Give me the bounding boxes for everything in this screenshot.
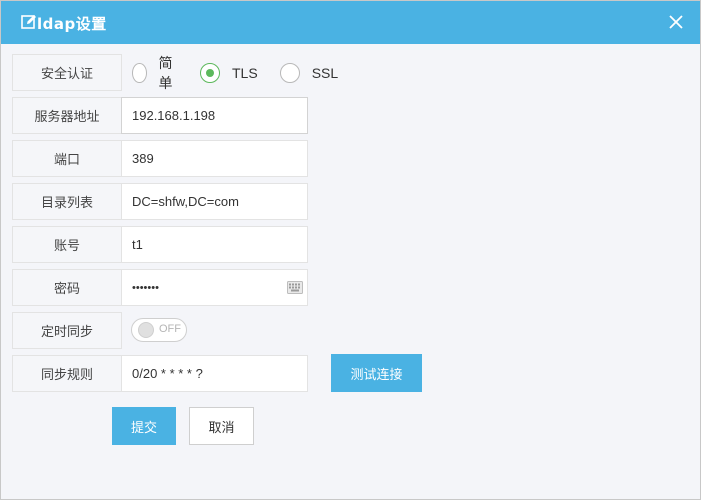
password-label: 密码	[12, 269, 122, 306]
password-value: •••••••	[132, 281, 159, 294]
port-label: 端口	[12, 140, 122, 177]
radio-simple-label: 简单	[158, 54, 173, 91]
directory-input[interactable]: DC=shfw,DC=com	[121, 183, 308, 220]
server-address-input[interactable]: 192.168.1.198	[121, 97, 308, 134]
account-label: 账号	[12, 226, 122, 263]
radio-tls-circle[interactable]	[200, 62, 220, 83]
toggle-knob	[138, 322, 154, 338]
dialog-titlebar: ldap设置	[1, 1, 700, 44]
radio-ssl[interactable]: SSL	[279, 62, 339, 83]
sync-rule-input[interactable]: 0/20 * * * * ?	[121, 355, 308, 392]
directory-label: 目录列表	[12, 183, 122, 220]
auth-label: 安全认证	[12, 54, 122, 91]
toggle-state-text: OFF	[159, 323, 181, 335]
submit-button[interactable]: 提交	[112, 407, 176, 445]
test-connection-button[interactable]: 测试连接	[331, 354, 422, 392]
account-input[interactable]: t1	[121, 226, 308, 263]
server-label: 服务器地址	[12, 97, 122, 134]
cancel-button[interactable]: 取消	[189, 407, 254, 445]
keyboard-icon[interactable]	[287, 281, 303, 294]
radio-tls[interactable]: TLS	[200, 62, 258, 83]
edit-icon	[21, 15, 36, 29]
close-icon[interactable]	[666, 12, 686, 32]
rule-label: 同步规则	[12, 355, 122, 392]
port-input[interactable]: 389	[121, 140, 308, 177]
auth-radio-group: 简单 TLS SSL	[132, 54, 360, 91]
sync-toggle[interactable]: OFF	[131, 318, 187, 342]
sync-label: 定时同步	[12, 312, 122, 349]
radio-simple-circle[interactable]	[132, 62, 147, 83]
dialog-title: ldap设置	[37, 15, 107, 33]
ldap-settings-dialog: ldap设置 安全认证 简单 TLS SSL 服务器地址 192.168.1.1…	[0, 0, 701, 500]
password-input[interactable]: •••••••	[121, 269, 308, 306]
radio-tls-label: TLS	[232, 64, 258, 81]
radio-ssl-circle[interactable]	[279, 62, 300, 83]
radio-simple[interactable]: 简单	[132, 53, 178, 93]
radio-ssl-label: SSL	[311, 64, 339, 81]
